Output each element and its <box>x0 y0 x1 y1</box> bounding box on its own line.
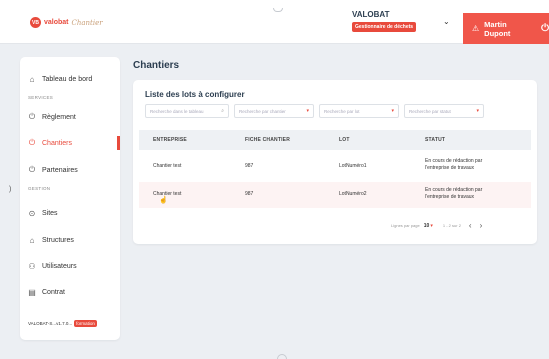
sidebar-item-label: Tableau de bord <box>42 75 93 83</box>
version-text: VALOBAT-S...v1.7.0... <box>28 321 73 326</box>
column-header-statut[interactable]: STATUT <box>425 137 445 143</box>
cell-fiche: 987 <box>245 191 254 197</box>
brand-script: Chantier <box>71 18 103 27</box>
cell-statut: En cours de rédaction par l'entreprise d… <box>425 187 505 201</box>
section-services: SERVICES <box>28 95 54 100</box>
lots-table: ENTREPRISE FICHE CHANTIER LOT STATUT Cha… <box>133 130 537 208</box>
cell-entreprise: Chantier test <box>153 163 182 169</box>
bottom-handle <box>277 354 287 359</box>
sidebar-item-label: Utilisateurs <box>42 262 77 270</box>
search-placeholder: Recherche dans le tableau <box>150 108 204 114</box>
building-icon: ⌂ <box>29 235 35 245</box>
header-handle <box>273 8 283 12</box>
power-icon[interactable]: ⏻ <box>541 23 549 34</box>
power-icon: ⏻ <box>28 165 36 174</box>
statut-line-2: l'entreprise de travaux <box>425 165 475 171</box>
pagination: Lignes par page 10 ▾ 1 - 2 sur 2 ‹ › <box>391 221 482 230</box>
top-header: VB valobat Chantier VALOBAT Gestionnaire… <box>0 0 549 44</box>
card-title: Liste des lots à configurer <box>145 90 245 99</box>
search-input[interactable]: Recherche dans le tableau ⌕ <box>145 104 229 118</box>
chevron-down-icon: ▾ <box>430 222 433 229</box>
collapse-handle[interactable]: ) <box>9 186 11 193</box>
chantier-filter-select[interactable]: Recherche par chantier ▾ <box>234 104 314 118</box>
sidebar-item-chantiers[interactable]: ⏻ Chantiers <box>28 136 120 150</box>
brand-logo-icon: VB <box>30 17 41 28</box>
company-role-badge: Gestionnaire de déchets <box>352 22 417 32</box>
sidebar-item-label: Partenaires <box>42 166 78 174</box>
sidebar-item-label: Structures <box>42 236 74 244</box>
power-icon: ⏻ <box>28 112 36 121</box>
sidebar-item-structures[interactable]: ⌂ Structures <box>28 233 120 247</box>
version-info: VALOBAT-S...v1.7.0... formation <box>28 320 97 327</box>
table-header: ENTREPRISE FICHE CHANTIER LOT STATUT <box>139 130 531 150</box>
sidebar-item-label: Sites <box>42 209 58 217</box>
company-selector[interactable]: VALOBAT Gestionnaire de déchets <box>352 10 432 32</box>
statut-line-2: l'entreprise de travaux <box>425 194 475 200</box>
sidebar-item-label: Contrat <box>42 288 65 296</box>
rows-per-page-select[interactable]: 10 ▾ <box>424 223 433 229</box>
chevron-down-icon[interactable]: ⌄ <box>443 17 450 26</box>
chevron-down-icon: ▾ <box>476 108 479 114</box>
column-header-lot[interactable]: LOT <box>339 137 350 143</box>
column-header-fiche[interactable]: FICHE CHANTIER <box>245 137 290 143</box>
users-icon: ⚇ <box>28 261 36 271</box>
cell-lot: LotNuméro2 <box>339 191 367 197</box>
statut-filter-select[interactable]: Recherche par statut ▾ <box>404 104 484 118</box>
sidebar: ⌂ Tableau de bord SERVICES ⏻ Règlement ⏻… <box>20 57 120 340</box>
sidebar-item-utilisateurs[interactable]: ⚇ Utilisateurs <box>28 259 120 273</box>
chevron-down-icon: ▾ <box>391 108 394 114</box>
table-row[interactable]: Chantier test 987 LotNuméro1 En cours de… <box>139 154 531 178</box>
rows-per-page-value: 10 <box>423 222 430 229</box>
lot-filter-placeholder: Recherche par lot <box>324 108 360 114</box>
hand-cursor-icon: ☝ <box>159 197 168 204</box>
chantier-filter-placeholder: Recherche par chantier <box>239 108 286 114</box>
company-name: VALOBAT <box>352 10 390 19</box>
env-badge: formation <box>74 320 97 327</box>
cell-fiche: 987 <box>245 163 254 169</box>
chevron-down-icon: ▾ <box>306 108 309 114</box>
sidebar-item-partenaires[interactable]: ⏻ Partenaires <box>28 163 120 177</box>
rows-per-page-label: Lignes par page <box>391 223 420 228</box>
sidebar-item-reglement[interactable]: ⏻ Règlement <box>28 110 120 124</box>
document-icon: ▤ <box>28 287 36 297</box>
lots-card: Liste des lots à configurer Recherche da… <box>133 80 537 244</box>
brand[interactable]: VB valobat Chantier <box>30 17 103 28</box>
active-indicator <box>117 136 120 150</box>
user-button[interactable]: ⚠ Martin Dupont ⏻ <box>463 13 549 44</box>
cell-statut: En cours de rédaction par l'entreprise d… <box>425 158 505 172</box>
sidebar-item-label: Chantiers <box>42 139 72 147</box>
sidebar-item-sites[interactable]: ⊙ Sites <box>28 206 120 220</box>
brand-name: valobat <box>44 19 69 26</box>
next-page-button[interactable]: › <box>480 221 483 230</box>
page-range: 1 - 2 sur 2 <box>442 223 461 228</box>
power-icon: ⏻ <box>28 138 36 147</box>
filters-bar: Recherche dans le tableau ⌕ Recherche pa… <box>145 104 484 118</box>
statut-line-1: En cours de rédaction par <box>425 187 483 193</box>
warning-icon: ⚠ <box>472 24 480 33</box>
statut-filter-placeholder: Recherche par statut <box>409 108 451 114</box>
table-row[interactable]: Chantier test ☝ 987 LotNuméro2 En cours … <box>139 182 531 208</box>
sidebar-item-label: Règlement <box>42 113 76 121</box>
cell-lot: LotNuméro1 <box>339 163 367 169</box>
sidebar-item-contrat[interactable]: ▤ Contrat <box>28 285 120 299</box>
search-icon: ⌕ <box>221 108 224 114</box>
statut-line-1: En cours de rédaction par <box>425 158 483 164</box>
lot-filter-select[interactable]: Recherche par lot ▾ <box>319 104 399 118</box>
prev-page-button[interactable]: ‹ <box>469 221 472 230</box>
home-icon: ⌂ <box>29 74 35 84</box>
user-name: Martin Dupont <box>484 19 511 38</box>
location-icon: ⊙ <box>28 208 36 218</box>
section-gestion: GESTION <box>28 186 51 191</box>
column-header-entreprise[interactable]: ENTREPRISE <box>153 137 187 143</box>
page-title: Chantiers <box>133 60 180 71</box>
sidebar-item-dashboard[interactable]: ⌂ Tableau de bord <box>28 72 120 86</box>
